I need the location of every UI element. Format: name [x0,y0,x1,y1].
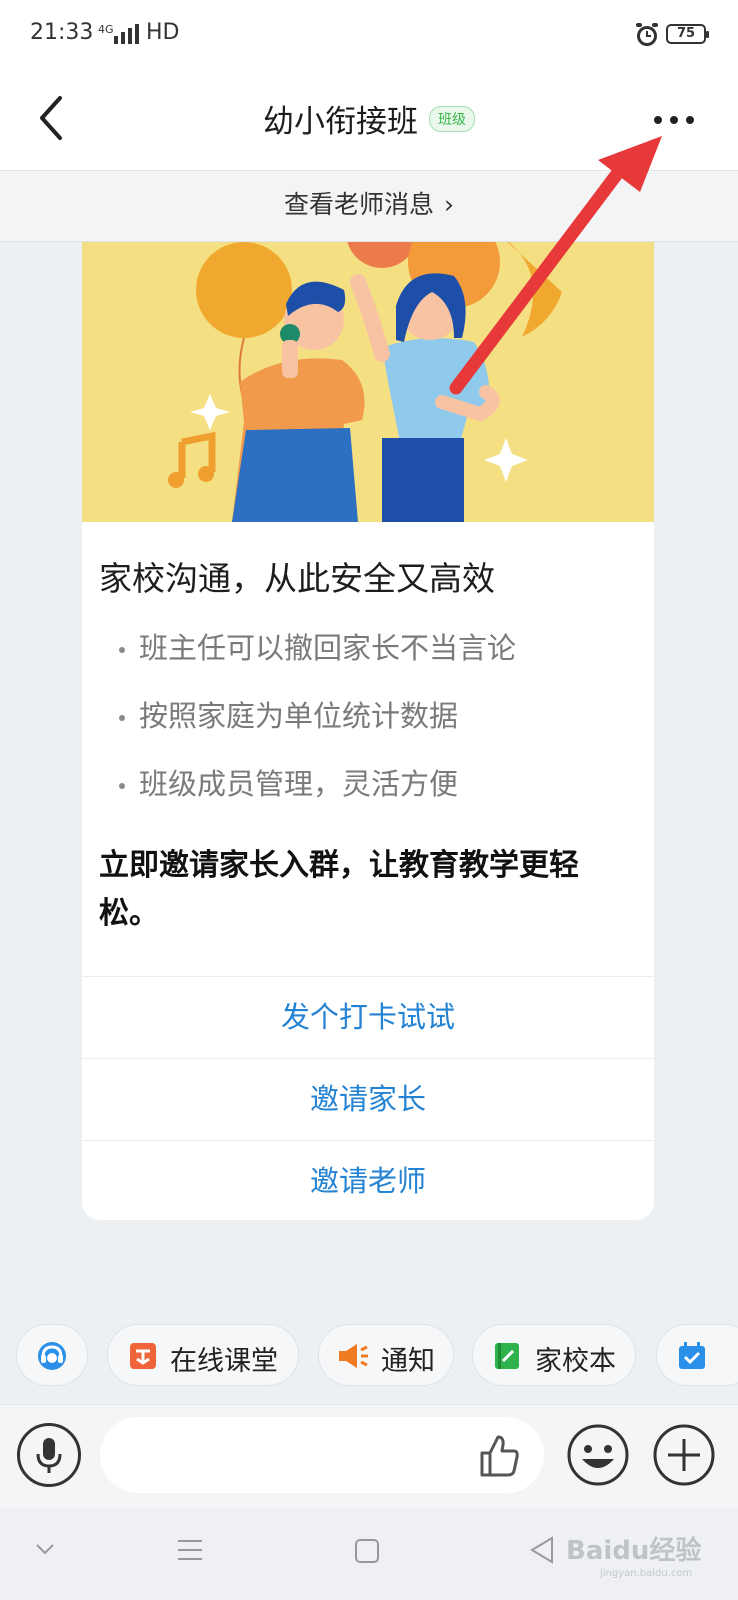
try-checkin-button[interactable]: 发个打卡试试 [82,976,654,1058]
home-school-book-button[interactable]: 家校本 [472,1324,636,1386]
invite-teachers-button[interactable]: 邀请老师 [82,1140,654,1220]
watermark-url: jingyan.baidu.com [600,1568,693,1579]
bullet-dot [119,715,125,721]
invite-parents-button[interactable]: 邀请家长 [82,1058,654,1140]
voice-input-button[interactable] [17,1423,81,1487]
attendance-button[interactable] [656,1324,738,1386]
home-square-icon[interactable] [354,1538,380,1564]
classroom-icon [130,1343,156,1369]
feature-text: 班主任可以撤回家长不当言论 [139,631,517,665]
emoji-icon[interactable] [566,1423,630,1487]
annotation-arrow [449,136,662,395]
customer-service-button[interactable] [16,1324,88,1386]
feature-item: 按照家庭为单位统计数据 [119,696,516,764]
menu-icon[interactable] [176,1538,204,1562]
back-triangle-icon[interactable] [530,1536,554,1564]
message-input-bar [0,1404,738,1509]
invite-cta-text: 立即邀请家长入群，让教育教学更轻松。 [99,848,579,931]
quick-item-label: 通知 [381,1346,435,1377]
feature-item: 班级成员管理，灵活方便 [119,764,516,832]
calendar-check-icon [679,1342,705,1369]
feature-text: 按照家庭为单位统计数据 [139,699,459,733]
feature-list: 班主任可以撤回家长不当言论 按照家庭为单位统计数据 班级成员管理，灵活方便 [119,628,516,832]
quick-item-label: 在线课堂 [170,1346,278,1377]
headset-icon [38,1342,66,1370]
bullet-dot [119,647,125,653]
feature-item: 班主任可以撤回家长不当言论 [119,628,516,696]
card-actions: 发个打卡试试 邀请家长 邀请老师 [82,976,654,1220]
feature-text: 班级成员管理，灵活方便 [139,767,459,801]
notice-button[interactable]: 通知 [318,1324,454,1386]
quick-item-label: 家校本 [535,1346,616,1377]
bullet-dot [119,783,125,789]
online-classroom-button[interactable]: 在线课堂 [107,1324,299,1386]
megaphone-icon [339,1344,368,1368]
mic-icon [36,1438,62,1473]
system-navigation-bar: Baidu经验 jingyan.baidu.com [0,1508,738,1600]
quick-function-bar: 在线课堂 通知 家校本 [0,1320,738,1400]
chevron-down-icon[interactable] [34,1542,56,1556]
watermark-logo: Baidu经验 [566,1536,702,1566]
thumbs-up-icon[interactable] [478,1433,520,1477]
plus-icon[interactable] [652,1423,716,1487]
notebook-icon [495,1343,519,1369]
